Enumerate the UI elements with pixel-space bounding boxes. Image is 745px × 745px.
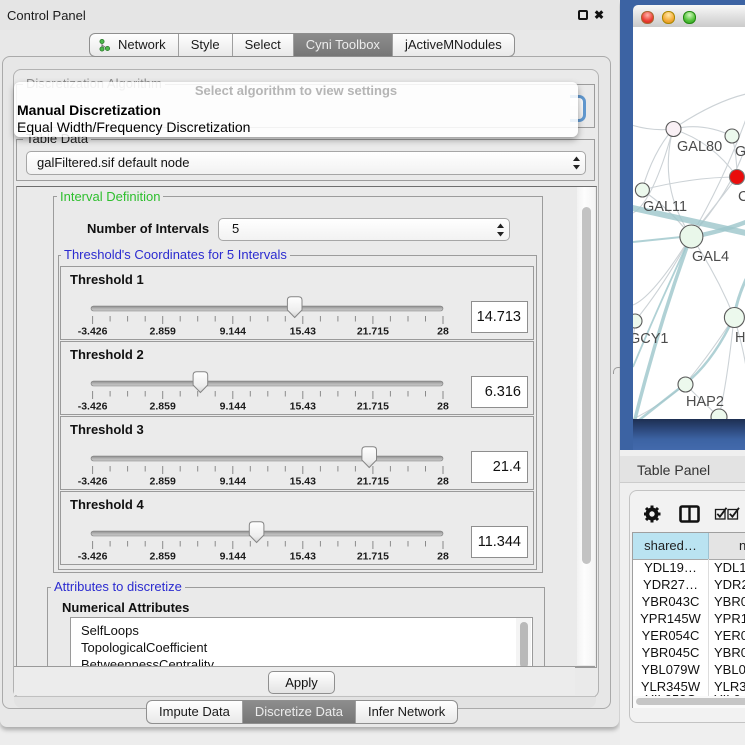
svg-text:15.43: 15.43 xyxy=(290,551,316,563)
svg-text:9.144: 9.144 xyxy=(220,551,246,563)
svg-text:9.144: 9.144 xyxy=(220,476,246,488)
svg-text:2.859: 2.859 xyxy=(150,551,176,563)
svg-text:-3.426: -3.426 xyxy=(78,401,108,413)
svg-text:2.859: 2.859 xyxy=(150,326,176,338)
svg-text:-3.426: -3.426 xyxy=(78,326,108,338)
svg-text:28: 28 xyxy=(437,551,449,563)
svg-text:-3.426: -3.426 xyxy=(78,476,108,488)
svg-text:28: 28 xyxy=(437,326,449,338)
svg-text:15.43: 15.43 xyxy=(290,401,316,413)
svg-text:21.715: 21.715 xyxy=(357,551,389,563)
svg-text:2.859: 2.859 xyxy=(150,401,176,413)
svg-text:15.43: 15.43 xyxy=(290,326,316,338)
svg-text:9.144: 9.144 xyxy=(220,401,246,413)
svg-text:21.715: 21.715 xyxy=(357,401,389,413)
svg-text:21.715: 21.715 xyxy=(357,476,389,488)
svg-text:2.859: 2.859 xyxy=(150,476,176,488)
svg-text:15.43: 15.43 xyxy=(290,476,316,488)
svg-text:28: 28 xyxy=(437,401,449,413)
svg-text:9.144: 9.144 xyxy=(220,326,246,338)
svg-text:-3.426: -3.426 xyxy=(78,551,108,563)
svg-text:28: 28 xyxy=(437,476,449,488)
svg-text:21.715: 21.715 xyxy=(357,326,389,338)
